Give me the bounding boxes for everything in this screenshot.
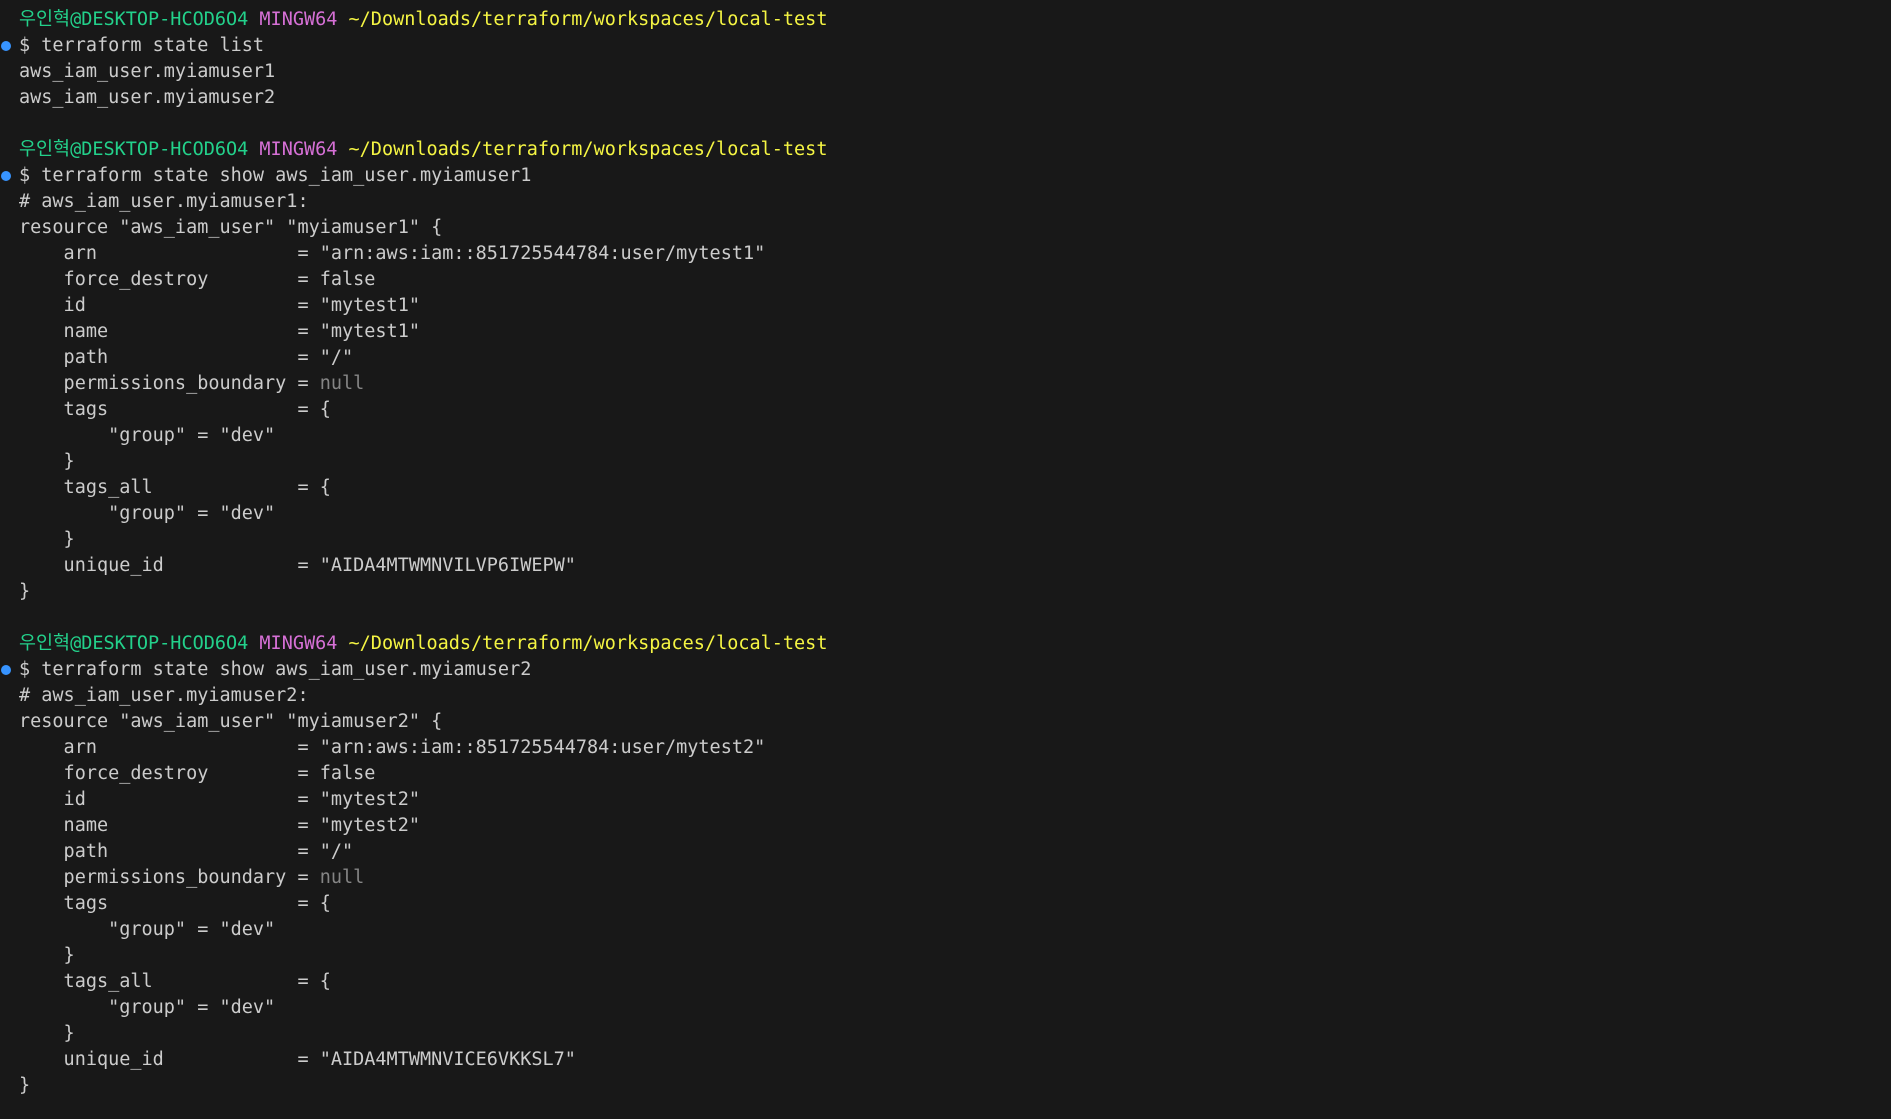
command-line: $ terraform state show aws_iam_user.myia… — [0, 657, 1891, 683]
prompt-symbol: $ — [19, 165, 31, 186]
output-line: aws_iam_user.myiamuser1 — [19, 61, 276, 82]
command-decoration-icon[interactable] — [1, 41, 11, 51]
attr-path: path = "/" — [19, 841, 354, 862]
attr-arn: arn = "arn:aws:iam::851725544784:user/my… — [19, 243, 766, 264]
terminal-output[interactable]: 우인혁@DESKTOP-HCOD6O4 MINGW64 ~/Downloads/… — [0, 7, 1891, 1099]
prompt-path: ~/Downloads/terraform/workspaces/local-t… — [348, 633, 828, 654]
attr-tags-all-group: "group" = "dev" — [19, 997, 276, 1018]
attr-key: permissions_boundary = — [19, 373, 320, 394]
attr-force-destroy: force_destroy = false — [19, 763, 376, 784]
prompt-system: MINGW64 — [259, 633, 338, 654]
attr-tags-all: tags_all = { — [19, 971, 331, 992]
prompt-system: MINGW64 — [259, 139, 338, 160]
attr-permissions-boundary: permissions_boundary = null — [0, 371, 1891, 397]
attr-tags-all-close: } — [19, 1023, 75, 1044]
resource-comment: # aws_iam_user.myiamuser2: — [19, 685, 309, 706]
attr-arn: arn = "arn:aws:iam::851725544784:user/my… — [19, 737, 766, 758]
attr-id: id = "mytest1" — [19, 295, 420, 316]
prompt-host: @DESKTOP-HCOD6O4 — [70, 139, 249, 160]
prompt-line: 우인혁@DESKTOP-HCOD6O4 MINGW64 ~/Downloads/… — [0, 137, 1891, 163]
attr-tags-group: "group" = "dev" — [19, 425, 276, 446]
null-value: null — [319, 373, 365, 394]
attr-id: id = "mytest2" — [19, 789, 420, 810]
prompt-host: @DESKTOP-HCOD6O4 — [70, 633, 249, 654]
attr-unique-id: unique_id = "AIDA4MTWMNVICE6VKKSL7" — [19, 1049, 576, 1070]
prompt-path: ~/Downloads/terraform/workspaces/local-t… — [348, 9, 828, 30]
command-text: terraform state list — [41, 35, 265, 56]
resource-close: } — [19, 1075, 31, 1096]
prompt-user: 우인혁 — [19, 139, 71, 160]
attr-tags-close: } — [19, 945, 75, 966]
command-text: terraform state show aws_iam_user.myiamu… — [41, 165, 532, 186]
prompt-user: 우인혁 — [19, 633, 71, 654]
resource-open: resource "aws_iam_user" "myiamuser1" { — [19, 217, 443, 238]
resource-close: } — [19, 581, 31, 602]
command-decoration-icon[interactable] — [1, 171, 11, 181]
resource-comment: # aws_iam_user.myiamuser1: — [19, 191, 309, 212]
prompt-symbol: $ — [19, 35, 31, 56]
attr-key: permissions_boundary = — [19, 867, 320, 888]
attr-tags-all-group: "group" = "dev" — [19, 503, 276, 524]
prompt-system: MINGW64 — [259, 9, 338, 30]
prompt-line: 우인혁@DESKTOP-HCOD6O4 MINGW64 ~/Downloads/… — [0, 7, 1891, 33]
output-line: aws_iam_user.myiamuser2 — [19, 87, 276, 108]
attr-name: name = "mytest1" — [19, 321, 420, 342]
attr-force-destroy: force_destroy = false — [19, 269, 376, 290]
attr-permissions-boundary: permissions_boundary = null — [0, 865, 1891, 891]
prompt-line: 우인혁@DESKTOP-HCOD6O4 MINGW64 ~/Downloads/… — [0, 631, 1891, 657]
prompt-user: 우인혁 — [19, 9, 71, 30]
prompt-symbol: $ — [19, 659, 31, 680]
attr-tags: tags = { — [19, 893, 331, 914]
command-decoration-icon[interactable] — [1, 665, 11, 675]
command-text: terraform state show aws_iam_user.myiamu… — [41, 659, 532, 680]
attr-tags-close: } — [19, 451, 75, 472]
attr-tags-all-close: } — [19, 529, 75, 550]
resource-open: resource "aws_iam_user" "myiamuser2" { — [19, 711, 443, 732]
attr-tags-all: tags_all = { — [19, 477, 331, 498]
command-line: $ terraform state list — [0, 33, 1891, 59]
command-line: $ terraform state show aws_iam_user.myia… — [0, 163, 1891, 189]
null-value: null — [319, 867, 365, 888]
attr-unique-id: unique_id = "AIDA4MTWMNVILVP6IWEPW" — [19, 555, 576, 576]
prompt-path: ~/Downloads/terraform/workspaces/local-t… — [348, 139, 828, 160]
attr-tags: tags = { — [19, 399, 331, 420]
prompt-host: @DESKTOP-HCOD6O4 — [70, 9, 249, 30]
attr-tags-group: "group" = "dev" — [19, 919, 276, 940]
attr-path: path = "/" — [19, 347, 354, 368]
attr-name: name = "mytest2" — [19, 815, 420, 836]
